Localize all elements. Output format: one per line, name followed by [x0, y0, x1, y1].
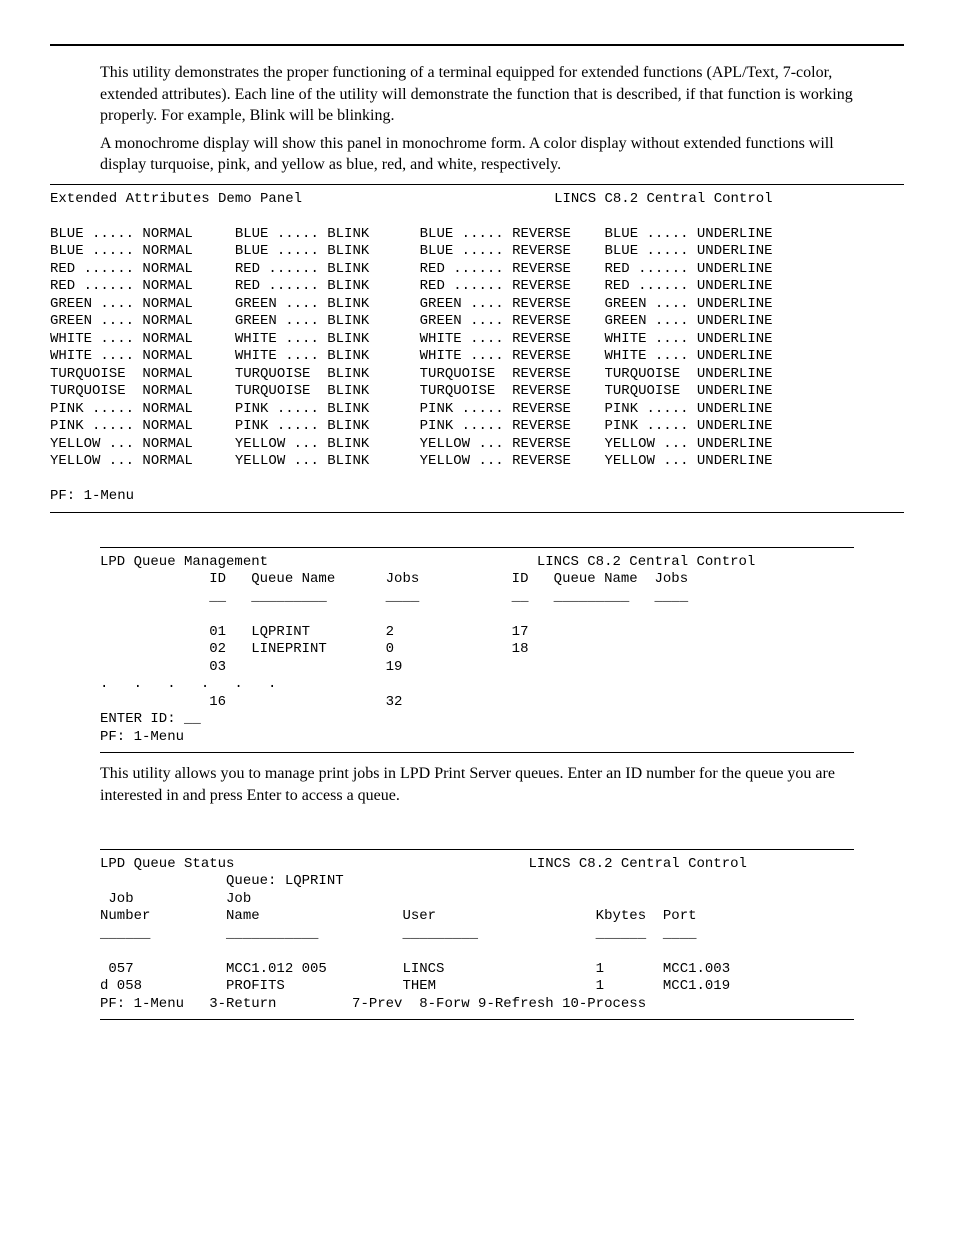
- panel2-description: This utility allows you to manage print …: [100, 763, 854, 806]
- intro-p1: This utility demonstrates the proper fun…: [100, 62, 854, 127]
- extended-attributes-panel: Extended Attributes Demo Panel LINCS C8.…: [50, 191, 904, 506]
- panel1-rule-top: [50, 184, 904, 185]
- panel3-rule-bottom: [100, 1019, 854, 1020]
- lpd-queue-status-panel: LPD Queue Status LINCS C8.2 Central Cont…: [100, 856, 854, 1014]
- panel3-rule-top: [100, 849, 854, 850]
- panel2-rule-bottom: [100, 752, 854, 753]
- page-top-rule: [50, 44, 904, 46]
- intro-p2: A monochrome display will show this pane…: [100, 133, 854, 176]
- panel2-rule-top: [100, 547, 854, 548]
- lpd-queue-mgmt-panel: LPD Queue Management LINCS C8.2 Central …: [100, 554, 854, 747]
- intro-text: This utility demonstrates the proper fun…: [100, 62, 854, 176]
- panel1-rule-bottom: [50, 512, 904, 513]
